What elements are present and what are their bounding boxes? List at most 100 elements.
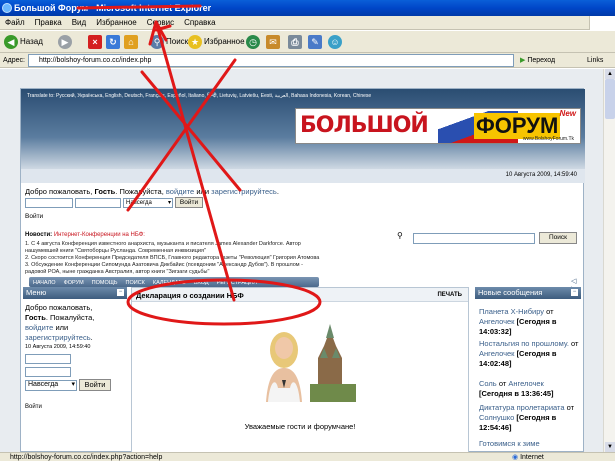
scroll-up-icon[interactable]: ▲ bbox=[605, 69, 615, 79]
globe-icon: ◉ bbox=[512, 454, 521, 461]
menu-view[interactable]: Вид bbox=[67, 18, 91, 27]
scroll-thumb[interactable] bbox=[605, 79, 615, 119]
ie-icon bbox=[2, 3, 12, 13]
chevron-down-icon: ▾ bbox=[71, 381, 75, 388]
windows-logo-icon bbox=[589, 16, 615, 30]
church-photo bbox=[260, 318, 360, 402]
mail-button[interactable]: ✉ bbox=[266, 34, 282, 50]
toolbar: ◀ Назад ▶ × ↻ ⌂ ⚲ Поиск ★ Избранное ◷ ✉ ⎙ ✎… bbox=[0, 31, 615, 53]
menu-session-select[interactable]: Навсегда ▾ bbox=[25, 380, 77, 391]
messenger-icon: ☺ bbox=[328, 34, 342, 49]
links-button[interactable]: Links bbox=[587, 53, 603, 68]
nav-home[interactable]: НАЧАЛО bbox=[29, 280, 60, 286]
back-arrow-icon: ◀ bbox=[4, 34, 18, 49]
login-link[interactable]: войдите bbox=[166, 187, 194, 196]
forward-button[interactable]: ▶ bbox=[58, 34, 74, 50]
main-nav: НАЧАЛО ФОРУМ ПОМОЩЬ ПОИСК КАЛЕНДАРЬ ВХОД РЕГИС… bbox=[29, 277, 319, 287]
translate-links[interactable]: Translate to: Русский, Українська, Engli… bbox=[27, 93, 371, 99]
welcome-text: Добро пожаловать, Гость. Пожалуйста, вой… bbox=[25, 187, 279, 196]
favorites-button[interactable]: ★ Избранное bbox=[188, 34, 245, 50]
refresh-button[interactable]: ↻ bbox=[106, 34, 122, 50]
search-icon: ⚲ bbox=[397, 231, 403, 240]
messenger-button[interactable]: ☺ bbox=[328, 34, 344, 50]
post-author-link[interactable]: Солнушко bbox=[479, 413, 514, 422]
post-topic-link[interactable]: Планета X-Нибиру bbox=[479, 307, 544, 316]
nav-forum[interactable]: ФОРУМ bbox=[60, 280, 88, 286]
nav-register[interactable]: РЕГИСТРАЦИЯ bbox=[213, 280, 261, 286]
print-link[interactable]: ПЕЧАТЬ bbox=[437, 292, 462, 298]
search-icon: ⚲ bbox=[150, 34, 164, 49]
menu-panel-welcome: Добро пожаловать, Гость. Пожалуйста, вой… bbox=[25, 303, 95, 342]
article-header: Декларация о создании НБФ ПЕЧАТЬ bbox=[132, 288, 468, 302]
page-viewport: Translate to: Русский, Українська, Engli… bbox=[0, 69, 603, 452]
new-posts-header: Новые сообщения − bbox=[475, 287, 581, 299]
address-label: Адрес: bbox=[3, 57, 25, 64]
nav-calendar[interactable]: КАЛЕНДАРЬ bbox=[149, 280, 190, 286]
forum-page: Translate to: Русский, Українська, Engli… bbox=[20, 88, 585, 452]
home-button[interactable]: ⌂ bbox=[124, 34, 140, 50]
edit-icon: ✎ bbox=[308, 34, 322, 49]
password-input[interactable] bbox=[75, 198, 121, 208]
menu-tools[interactable]: Сервис bbox=[142, 18, 179, 27]
news-item[interactable]: нашумевшей книги "Святоборцы Русланда. С… bbox=[25, 248, 206, 254]
collapse-icon[interactable]: − bbox=[117, 289, 124, 296]
back-button[interactable]: ◀ Назад bbox=[4, 34, 43, 50]
news-item[interactable]: 1. С 4 августа Конференция известного ан… bbox=[25, 241, 301, 247]
forward-arrow-icon: ▶ bbox=[58, 34, 72, 49]
new-post-item: Планета X-Нибиру от Ангелочек [Сегодня в… bbox=[479, 307, 557, 336]
menu-panel-date: 10 Августа 2009, 14:59:40 bbox=[25, 344, 91, 350]
menu-login-label: Войти bbox=[25, 404, 42, 410]
post-topic-link[interactable]: Ностальгия по прошлому. bbox=[479, 339, 569, 348]
forum-header: Translate to: Русский, Українська, Engli… bbox=[21, 89, 585, 169]
current-date: 10 Августа 2009, 14:59:40 bbox=[505, 172, 577, 178]
post-topic-link[interactable]: Соль bbox=[479, 379, 497, 388]
menu-login-button[interactable]: Войти bbox=[79, 379, 111, 391]
vertical-scrollbar[interactable]: ▲ ▼ bbox=[603, 69, 615, 452]
nav-login[interactable]: ВХОД bbox=[190, 280, 213, 286]
search-button[interactable]: ⚲ Поиск bbox=[150, 34, 188, 50]
menu-bar: Файл Правка Вид Избранное Сервис Справка bbox=[0, 16, 615, 30]
window-title-bar: Большой Форум - Microsoft Internet Explo… bbox=[0, 0, 615, 16]
print-button[interactable]: ⎙ bbox=[288, 34, 304, 50]
menu-edit[interactable]: Правка bbox=[30, 18, 67, 27]
go-button[interactable]: ▶ Переход bbox=[520, 53, 555, 68]
menu-panel-header: Меню − bbox=[23, 287, 127, 299]
menu-help[interactable]: Справка bbox=[179, 18, 220, 27]
menu-file[interactable]: Файл bbox=[0, 18, 30, 27]
history-button[interactable]: ◷ bbox=[246, 34, 262, 50]
post-author-link[interactable]: Ангелочек bbox=[508, 379, 543, 388]
menu-favorites[interactable]: Избранное bbox=[91, 18, 142, 27]
collapse-icon[interactable]: − bbox=[571, 289, 578, 296]
news-item[interactable]: 3. Обсуждение Конференции Сипомунда Азат… bbox=[25, 262, 303, 268]
nav-search[interactable]: ПОИСК bbox=[122, 280, 149, 286]
post-author-link[interactable]: Ангелочек bbox=[479, 349, 514, 358]
menu-username-input[interactable] bbox=[25, 354, 71, 364]
username-input[interactable] bbox=[25, 198, 73, 208]
scroll-down-icon[interactable]: ▼ bbox=[605, 442, 615, 452]
login-link[interactable]: войдите bbox=[25, 323, 53, 332]
refresh-icon: ↻ bbox=[106, 34, 120, 49]
login-button[interactable]: Войти bbox=[175, 197, 203, 208]
session-length-select[interactable]: Навсегда ▾ bbox=[123, 198, 173, 208]
stop-button[interactable]: × bbox=[88, 34, 104, 50]
nav-help[interactable]: ПОМОЩЬ bbox=[88, 280, 122, 286]
star-icon: ★ bbox=[188, 34, 202, 49]
center-panel: Декларация о создании НБФ ПЕЧАТЬ Уважаем… bbox=[131, 287, 469, 452]
edit-button[interactable]: ✎ bbox=[308, 34, 324, 50]
forum-search-button[interactable]: Поиск bbox=[539, 232, 577, 244]
menu-password-input[interactable] bbox=[25, 367, 71, 377]
register-link[interactable]: зарегистрируйтесь bbox=[211, 187, 277, 196]
news-item[interactable]: 2. Скоро состоится Конференция Председат… bbox=[25, 255, 319, 261]
news-item[interactable]: радовой РОА, ныне гражданка Австралия, а… bbox=[25, 269, 209, 275]
history-icon: ◷ bbox=[246, 34, 260, 49]
address-input[interactable]: http://bolshoy-forum.co.cc/index.php bbox=[28, 54, 514, 67]
new-post-item: Готовимся к зиме bbox=[479, 439, 579, 449]
forum-logo[interactable]: БОЛЬШОЙ ФОРУМ New www.BolshoyForum.Tk bbox=[295, 108, 581, 144]
post-author-link[interactable]: Ангелочек bbox=[479, 317, 514, 326]
register-link[interactable]: зарегистрируйтесь bbox=[25, 333, 91, 342]
post-topic-link[interactable]: Диктатура пролетариата bbox=[479, 403, 565, 412]
forum-search-input[interactable] bbox=[413, 233, 535, 244]
article-title[interactable]: Декларация о создании НБФ bbox=[136, 291, 244, 300]
greeting-text: Уважаемые гости и форумчане! bbox=[244, 422, 356, 431]
post-topic-link[interactable]: Готовимся к зиме bbox=[479, 439, 540, 448]
